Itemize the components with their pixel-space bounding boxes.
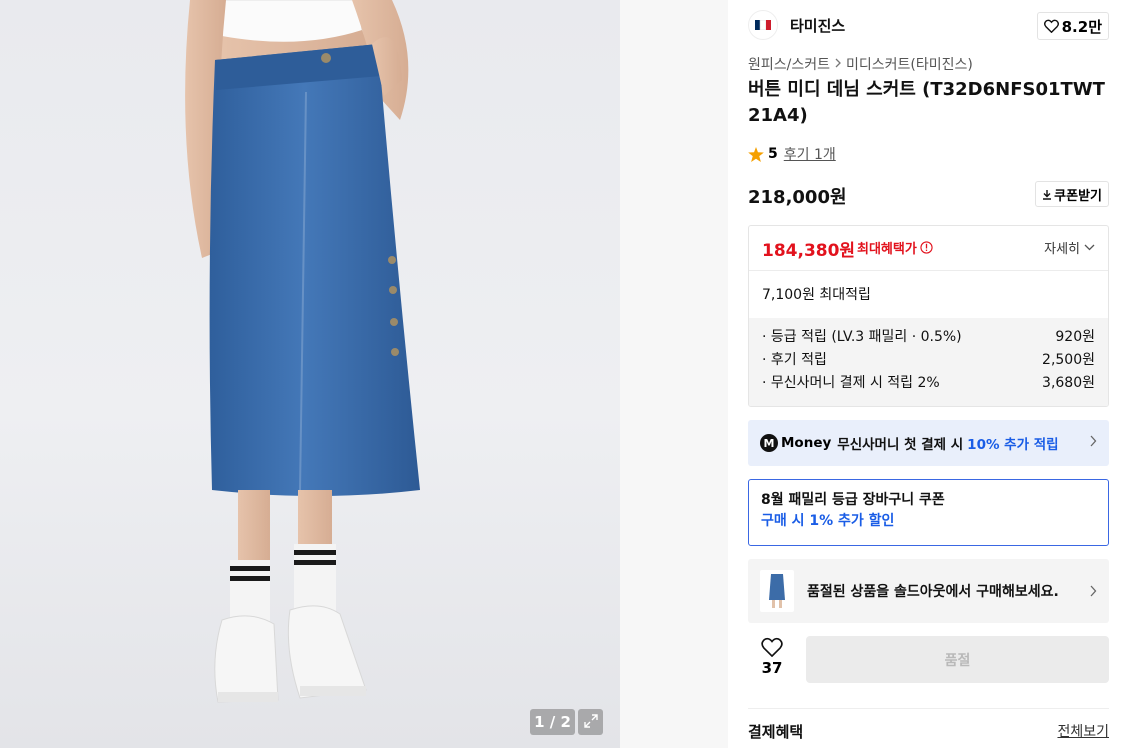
- brand-logo[interactable]: [748, 10, 778, 40]
- product-title: 버튼 미디 데님 스커트 (T32D6NFS01TWT21A4): [748, 79, 1105, 126]
- product-image-viewer[interactable]: 1 / 2: [0, 0, 620, 748]
- breadcrumb-category[interactable]: 원피스/스커트: [748, 54, 830, 74]
- view-all-link[interactable]: 전체보기: [1057, 721, 1109, 741]
- money-word: Money: [781, 435, 832, 451]
- product-like-button[interactable]: 37: [748, 637, 796, 683]
- soldout-product-thumbnail: [760, 570, 794, 612]
- points-breakdown: · 등급 적립 (LV.3 패밀리 · 0.5%) 920원 · 후기 적립 2…: [749, 318, 1108, 406]
- brand-name[interactable]: 타미진스: [790, 15, 845, 36]
- money-logo-icon: M: [760, 434, 778, 452]
- point-value: 2,500원: [1042, 352, 1095, 368]
- coupon-banner-subtitle: 구매 시 1% 추가 할인: [761, 513, 895, 529]
- chevron-right-icon: [1089, 582, 1097, 601]
- expand-icon: [583, 713, 598, 732]
- max-benefit-label-text: 최대혜택가: [857, 242, 917, 257]
- benefit-detail-toggle[interactable]: 자세히: [1044, 238, 1095, 257]
- point-item-grade: · 등급 적립 (LV.3 패밀리 · 0.5%) 920원: [762, 326, 1095, 349]
- image-side-gutter: [620, 0, 728, 748]
- heart-outline-icon: [761, 637, 783, 657]
- chevron-right-icon: [834, 56, 842, 72]
- download-icon: [1043, 189, 1052, 200]
- musinsa-money-banner[interactable]: M Money 무신사머니 첫 결제 시 10% 추가 적립: [748, 420, 1109, 466]
- review-link[interactable]: 후기 1개: [784, 144, 836, 164]
- money-banner-text: 무신사머니 첫 결제 시: [837, 437, 964, 453]
- brand-like-count: 8.2만: [1061, 17, 1102, 36]
- chevron-right-icon: [1089, 435, 1097, 451]
- image-counter: 1 / 2: [530, 709, 575, 735]
- list-price: 218,000원: [748, 187, 847, 208]
- product-info-panel: 타미진스 8.2만 원피스/스커트 미디스커트(타미진스) 버튼 미디 데님 스…: [748, 0, 1109, 748]
- point-value: 920원: [1055, 329, 1095, 345]
- tommy-flag-logo: [755, 20, 771, 30]
- grade-coupon-banner[interactable]: 8월 패밀리 등급 장바구니 쿠폰 구매 시 1% 추가 할인: [748, 479, 1109, 546]
- soldout-button[interactable]: 품절: [806, 636, 1109, 683]
- section-divider: [748, 708, 1109, 709]
- point-value: 3,680원: [1042, 375, 1095, 391]
- benefit-box: 184,380원 최대혜택가 자세히 7,100원 최대적립 · 등급 적립 (…: [748, 225, 1109, 407]
- breadcrumb: 원피스/스커트 미디스커트(타미진스): [748, 54, 973, 74]
- point-item-money: · 무신사머니 결제 시 적립 2% 3,680원: [762, 372, 1095, 395]
- point-label: · 후기 적립: [762, 352, 827, 368]
- chevron-down-icon: [1084, 244, 1095, 251]
- coupon-download-button[interactable]: 쿠폰받기: [1035, 181, 1109, 207]
- point-label: · 무신사머니 결제 시 적립 2%: [762, 375, 940, 391]
- expand-button[interactable]: [578, 709, 603, 735]
- brand-row: 타미진스 8.2만: [748, 10, 1109, 40]
- product-photo: [185, 0, 420, 703]
- payment-benefits-title: 결제혜택: [748, 723, 804, 741]
- coupon-banner-title: 8월 패밀리 등급 장바구니 쿠폰: [761, 492, 945, 508]
- info-circle-icon[interactable]: [920, 241, 933, 254]
- breadcrumb-subcategory[interactable]: 미디스커트(타미진스): [846, 54, 973, 74]
- brand-like-button[interactable]: 8.2만: [1036, 12, 1109, 40]
- heart-outline-icon: [1043, 19, 1059, 33]
- points-total: 7,100원 최대적립: [762, 287, 871, 303]
- max-benefit-price: 184,380원: [762, 241, 856, 261]
- money-banner-accent: 10% 추가 적립: [967, 437, 1059, 453]
- rating-score: 5: [768, 146, 778, 162]
- product-like-count: 37: [761, 659, 783, 677]
- star-icon: [748, 146, 764, 162]
- price-row: 218,000원 쿠폰받기: [748, 181, 1109, 209]
- soldout-banner-text: 품절된 상품을 솔드아웃에서 구매해보세요.: [807, 584, 1059, 600]
- benefit-header: 184,380원 최대혜택가 자세히: [749, 226, 1108, 271]
- soldout-market-banner[interactable]: 품절된 상품을 솔드아웃에서 구매해보세요.: [748, 559, 1109, 623]
- point-label: · 등급 적립 (LV.3 패밀리 · 0.5%): [762, 329, 962, 345]
- point-item-review: · 후기 적립 2,500원: [762, 349, 1095, 372]
- benefit-detail-label: 자세히: [1044, 242, 1080, 257]
- max-benefit-label: 최대혜택가: [857, 238, 933, 257]
- coupon-download-label: 쿠폰받기: [1054, 188, 1102, 204]
- rating-row: 5 후기 1개: [748, 144, 836, 164]
